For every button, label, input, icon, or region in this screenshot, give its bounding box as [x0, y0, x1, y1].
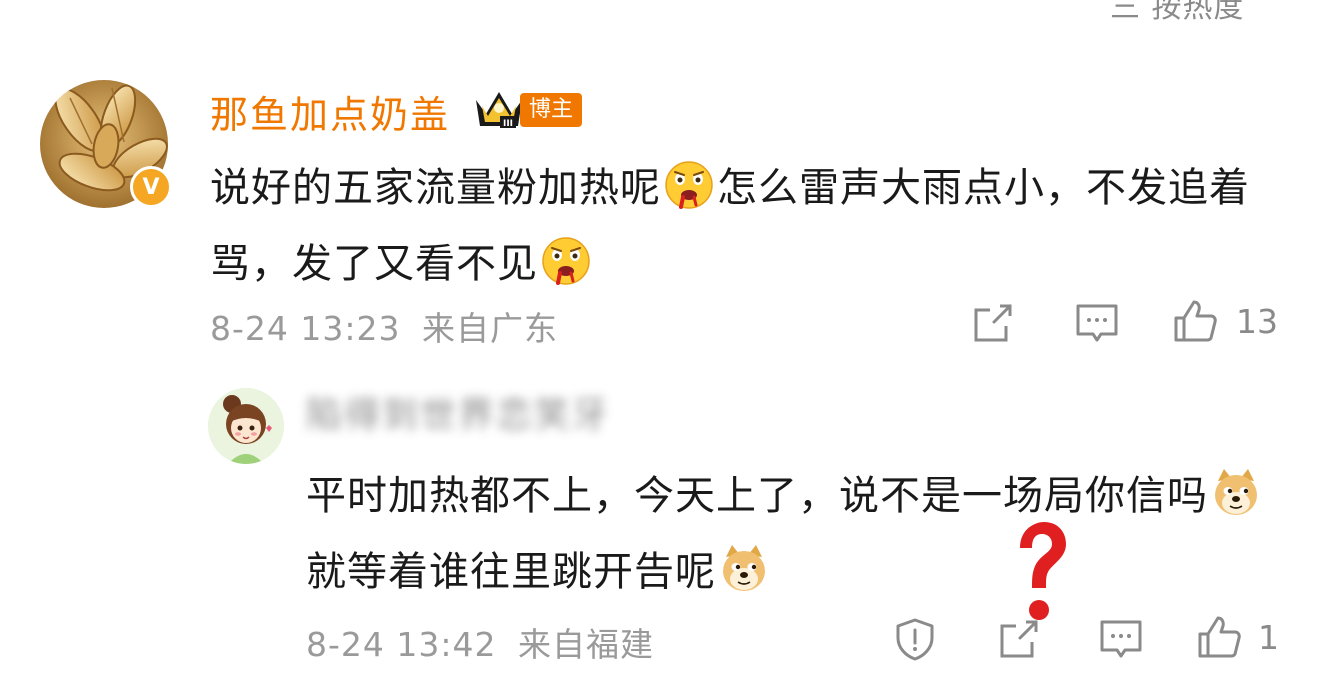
reply-avatar-image [208, 388, 284, 464]
comment-meta: 8-24 13:23 来自广东 [210, 302, 558, 350]
verified-badge-icon: V [130, 166, 172, 208]
question-mark-icon [1020, 522, 1066, 620]
reply-username[interactable]: 陷得到世界恋笑牙 [306, 386, 610, 438]
reply-date: 8-24 13:42 [306, 625, 497, 664]
share-icon[interactable] [996, 616, 1042, 662]
like-count: 1 [1258, 618, 1279, 657]
doge-emoji-icon [1215, 469, 1257, 515]
like-count: 13 [1236, 302, 1278, 341]
report-icon[interactable] [892, 616, 938, 662]
crown-icon: III [476, 92, 522, 129]
username[interactable]: 那鱼加点奶盖 [210, 84, 450, 139]
comment-thread: 三 按热度 V 那鱼加点奶盖 III 博主 说好的五家流量粉加热呢 怎么雷声大雨… [0, 0, 1320, 685]
svg-text:III: III [503, 119, 513, 129]
comment-icon[interactable] [1098, 616, 1144, 662]
like-icon[interactable] [1196, 614, 1242, 660]
doge-emoji-icon [723, 545, 765, 591]
share-icon[interactable] [970, 300, 1016, 346]
comment-location: 来自广东 [422, 309, 558, 348]
sort-toggle[interactable]: 三 按热度 [1110, 0, 1245, 26]
crying-face-emoji-icon [665, 161, 713, 209]
comment-text: 说好的五家流量粉加热呢 怎么雷声大雨点小，不发追着骂，发了又看不见 [210, 150, 1290, 302]
reply-text: 平时加热都不上，今天上了，说不是一场局你信吗就等着谁往里跳开告呢 [306, 458, 1296, 610]
comment-icon[interactable] [1074, 300, 1120, 346]
avatar[interactable]: V [40, 80, 172, 208]
comment-date: 8-24 13:23 [210, 309, 401, 348]
reply-meta: 8-24 13:42 来自福建 [306, 618, 654, 666]
author-badge: 博主 [520, 93, 582, 127]
crying-face-emoji-icon [542, 237, 590, 285]
like-icon[interactable] [1172, 298, 1218, 344]
reply-avatar[interactable] [208, 388, 284, 464]
reply-location: 来自福建 [518, 625, 654, 664]
